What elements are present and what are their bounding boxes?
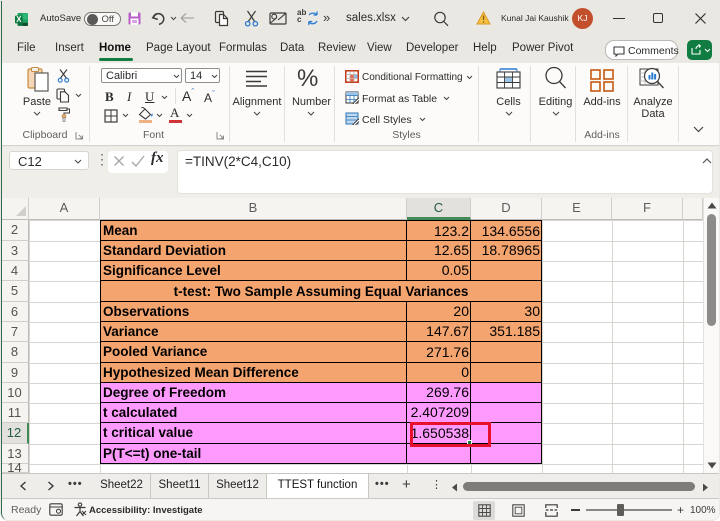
svg-text:X: X — [16, 15, 22, 24]
